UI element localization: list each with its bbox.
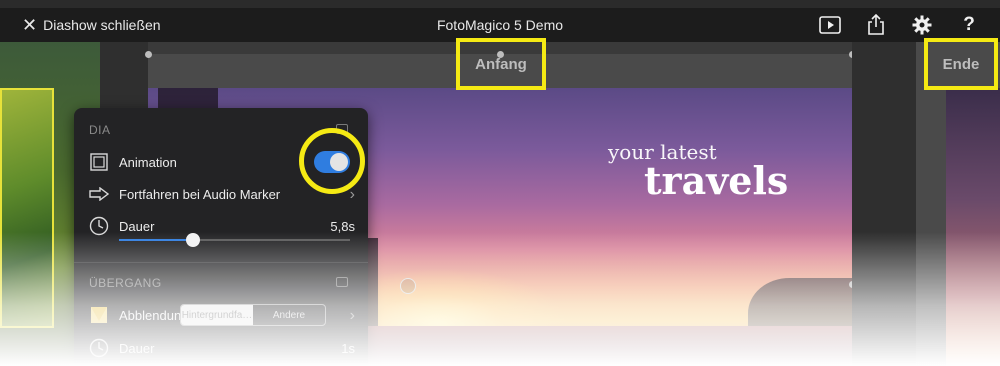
chevron-right-icon: › xyxy=(349,186,355,203)
clock-icon xyxy=(89,338,109,358)
chevron-right-icon: › xyxy=(349,307,355,324)
start-label: Anfang xyxy=(475,55,527,73)
top-toolbar: ✕ Diashow schließen FotoMagico 5 Demo ? xyxy=(0,8,1000,42)
segment-background[interactable]: Hintergrundfa… xyxy=(181,305,253,325)
fade-transition-icon xyxy=(89,305,109,325)
next-slide-thumbnail[interactable] xyxy=(916,42,1000,366)
stage-gutter xyxy=(852,42,916,366)
previous-slide-image xyxy=(0,88,54,328)
duration-row: Dauer 5,8s xyxy=(89,212,355,240)
resize-handle[interactable] xyxy=(145,51,152,58)
lock-icon[interactable] xyxy=(336,277,348,287)
duration-label: Dauer xyxy=(119,218,155,234)
clock-icon xyxy=(89,216,109,236)
arrow-right-icon xyxy=(89,184,109,204)
share-icon[interactable] xyxy=(864,13,888,37)
start-label-highlight[interactable]: Anfang xyxy=(456,38,546,90)
background-segmented-control[interactable]: Hintergrundfa… Andere xyxy=(180,304,326,326)
section-divider xyxy=(74,262,368,263)
transition-duration-row: Dauer 1s xyxy=(89,334,355,362)
section-header-dia: DIA xyxy=(89,123,111,137)
transition-type-label: Abblendung xyxy=(119,307,181,323)
duration-slider[interactable] xyxy=(119,233,350,247)
animation-label: Animation xyxy=(119,154,177,170)
slider-fill xyxy=(119,239,193,241)
anchor-point-handle[interactable] xyxy=(400,278,416,294)
animation-icon xyxy=(89,152,109,172)
section-header-transition: ÜBERGANG xyxy=(89,276,162,290)
audio-marker-label: Fortfahren bei Audio Marker xyxy=(119,186,281,202)
play-icon[interactable] xyxy=(818,13,842,37)
gear-icon[interactable] xyxy=(910,13,934,37)
animation-toggle-highlight xyxy=(299,128,365,194)
help-icon[interactable]: ? xyxy=(957,13,981,37)
close-icon: ✕ xyxy=(22,15,38,35)
close-slideshow-label: Diashow schließen xyxy=(43,17,161,33)
end-label: Ende xyxy=(942,55,980,73)
slider-thumb[interactable] xyxy=(185,233,200,247)
transition-duration-value: 1s xyxy=(341,340,355,356)
app-window: ✕ Diashow schließen FotoMagico 5 Demo ? … xyxy=(0,0,1000,366)
segment-other[interactable]: Andere xyxy=(253,305,325,325)
close-slideshow-button[interactable]: ✕ Diashow schließen xyxy=(22,8,161,42)
transition-duration-label: Dauer xyxy=(119,340,155,356)
slide-text-line2: travels xyxy=(644,158,789,203)
next-slide-image xyxy=(946,88,1000,366)
end-label-highlight[interactable]: Ende xyxy=(924,38,998,90)
duration-value: 5,8s xyxy=(330,218,355,234)
